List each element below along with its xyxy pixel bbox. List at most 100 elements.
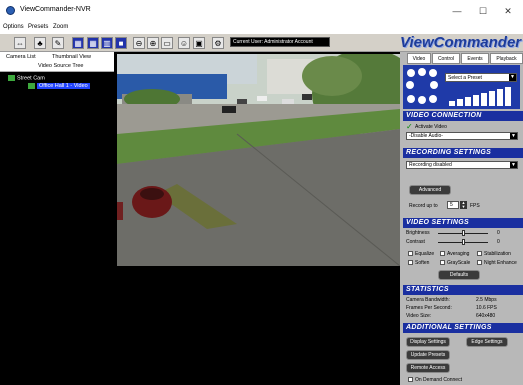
- chevron-down-icon: ▼: [510, 162, 517, 168]
- preset-dropdown[interactable]: Select a Preset ▼: [445, 73, 517, 82]
- video-feed[interactable]: [117, 54, 400, 266]
- chevron-down-icon: ▼: [509, 74, 516, 81]
- tab-video-source-tree[interactable]: Video Source Tree: [38, 63, 83, 69]
- stat-row-fps: Frames Per Second: 10.6 FPS: [406, 305, 497, 311]
- averaging-label: Averaging: [447, 251, 470, 257]
- activate-video-label: Activate Video: [415, 124, 447, 130]
- zoom-in-icon[interactable]: ⊕: [147, 37, 159, 49]
- brightness-slider-thumb[interactable]: [461, 230, 465, 236]
- users-icon[interactable]: ☺: [178, 37, 190, 49]
- tab-events[interactable]: Events: [461, 53, 489, 64]
- brightness-value: 0: [497, 230, 500, 236]
- stat-value: 640x480: [476, 313, 496, 319]
- ptz-down-left-button[interactable]: [407, 95, 415, 103]
- title-bar: ViewCommander-NVR — ☐ ✕: [0, 0, 523, 22]
- stabilization-checkbox[interactable]: [477, 251, 482, 256]
- stat-value: 2.5 Mbps: [476, 297, 497, 303]
- brand-logo: ViewCommander: [400, 34, 522, 51]
- ptz-down-right-button[interactable]: [429, 95, 437, 103]
- ptz-control: [403, 65, 520, 109]
- section-additional-settings: ADDITIONAL SETTINGS: [403, 323, 523, 333]
- video-area-blank: [114, 266, 400, 385]
- stat-value: 10.6 FPS: [476, 305, 497, 311]
- stat-label: Frames Per Second:: [406, 305, 452, 311]
- remote-access-button[interactable]: Remote Access: [406, 363, 450, 373]
- left-panel-tabs: Camera List Thumbnail View Video Source …: [0, 52, 114, 72]
- network-icon[interactable]: ♣: [34, 37, 46, 49]
- menu-bar: Options Presets Zoom: [0, 22, 523, 34]
- fps-unit-label: FPS: [470, 203, 480, 209]
- screen-icon[interactable]: ▭: [161, 37, 173, 49]
- close-button[interactable]: ✕: [497, 3, 519, 19]
- zoom-level-icon[interactable]: [447, 85, 519, 107]
- schedule-icon[interactable]: ▣: [193, 37, 205, 49]
- equalize-checkbox[interactable]: [408, 251, 413, 256]
- tools-icon[interactable]: ✎: [52, 37, 64, 49]
- display-settings-button[interactable]: Display Settings: [406, 337, 450, 347]
- section-video-settings: VIDEO SETTINGS: [403, 218, 523, 228]
- tab-camera-list[interactable]: Camera List: [6, 54, 36, 60]
- chevron-down-icon: ▼: [510, 133, 517, 139]
- tab-thumbnail-view[interactable]: Thumbnail View: [52, 54, 91, 60]
- fps-stepper[interactable]: ▲ ▼: [460, 201, 467, 209]
- camera-view-image: [117, 54, 400, 266]
- tab-control[interactable]: Control: [432, 53, 460, 64]
- settings-icon[interactable]: ⚙: [212, 37, 224, 49]
- maximize-button[interactable]: ☐: [472, 3, 494, 19]
- fps-field[interactable]: 5: [447, 201, 459, 209]
- section-statistics: STATISTICS: [403, 285, 523, 295]
- tree-item-office-hall[interactable]: Office Hall 1 - Video: [28, 83, 90, 90]
- on-demand-checkbox[interactable]: [408, 377, 413, 382]
- menu-presets[interactable]: Presets: [28, 24, 48, 30]
- soften-checkbox[interactable]: [408, 260, 413, 265]
- on-demand-label: On Demand Connect: [415, 377, 462, 383]
- grayscale-label: GrayScale: [447, 260, 471, 266]
- stat-label: Camera Bandwidth:: [406, 297, 450, 303]
- ptz-up-right-button[interactable]: [429, 69, 437, 77]
- check-icon[interactable]: ✓: [406, 123, 413, 131]
- audio-dropdown[interactable]: -Disable Audio- ▼: [406, 132, 518, 140]
- dual-layout-icon[interactable]: ▥: [101, 37, 113, 49]
- brightness-label: Brightness: [406, 230, 430, 236]
- tab-video[interactable]: Video: [407, 53, 431, 64]
- minimize-button[interactable]: —: [446, 3, 468, 19]
- section-video-connection: VIDEO CONNECTION: [403, 111, 523, 121]
- contrast-value: 0: [497, 239, 500, 245]
- ptz-up-button[interactable]: [418, 68, 426, 76]
- ptz-right-button[interactable]: [430, 81, 438, 89]
- grid-layout-icon[interactable]: ▦: [87, 37, 99, 49]
- night-enhance-label: Night Enhance: [484, 260, 517, 266]
- update-presets-button[interactable]: Update Presets: [406, 350, 450, 360]
- zoom-out-icon[interactable]: ⊖: [133, 37, 145, 49]
- menu-options[interactable]: Options: [3, 24, 24, 30]
- defaults-button[interactable]: Defaults: [438, 270, 480, 280]
- night-enhance-checkbox[interactable]: [477, 260, 482, 265]
- stabilization-label: Stabilization: [484, 251, 511, 257]
- video-source-tree: Street Cam Office Hall 1 - Video: [0, 72, 114, 385]
- recording-mode-dropdown[interactable]: Recording disabled ▼: [406, 161, 518, 169]
- section-recording-settings: RECORDING SETTINGS: [403, 148, 523, 158]
- single-layout-icon[interactable]: ■: [115, 37, 127, 49]
- ptz-down-button[interactable]: [418, 96, 426, 104]
- ptz-up-left-button[interactable]: [407, 69, 415, 77]
- averaging-checkbox[interactable]: [440, 251, 445, 256]
- right-tabs: Video Control Events Playback: [403, 53, 523, 64]
- stat-row-bandwidth: Camera Bandwidth: 2.5 Mbps: [406, 297, 497, 303]
- grayscale-checkbox[interactable]: [440, 260, 445, 265]
- tree-item-street-cam[interactable]: Street Cam: [8, 75, 45, 82]
- app-icon: [6, 6, 15, 15]
- camera-icon: [28, 83, 35, 89]
- edit-layout-icon[interactable]: ▦: [72, 37, 84, 49]
- current-user-display: Current User: Administrator Account: [230, 37, 330, 47]
- contrast-slider-thumb[interactable]: [461, 239, 465, 245]
- soften-label: Soften: [415, 260, 430, 266]
- tab-playback[interactable]: Playback: [490, 53, 523, 64]
- window-title: ViewCommander-NVR: [20, 6, 91, 13]
- edge-settings-button[interactable]: Edge Settings: [466, 337, 508, 347]
- stat-label: Video Size:: [406, 313, 432, 319]
- connect-icon[interactable]: ⇔: [14, 37, 26, 49]
- menu-zoom[interactable]: Zoom: [53, 24, 68, 30]
- advanced-button[interactable]: Advanced: [409, 185, 451, 195]
- camera-icon: [8, 75, 15, 81]
- ptz-left-button[interactable]: [406, 81, 414, 89]
